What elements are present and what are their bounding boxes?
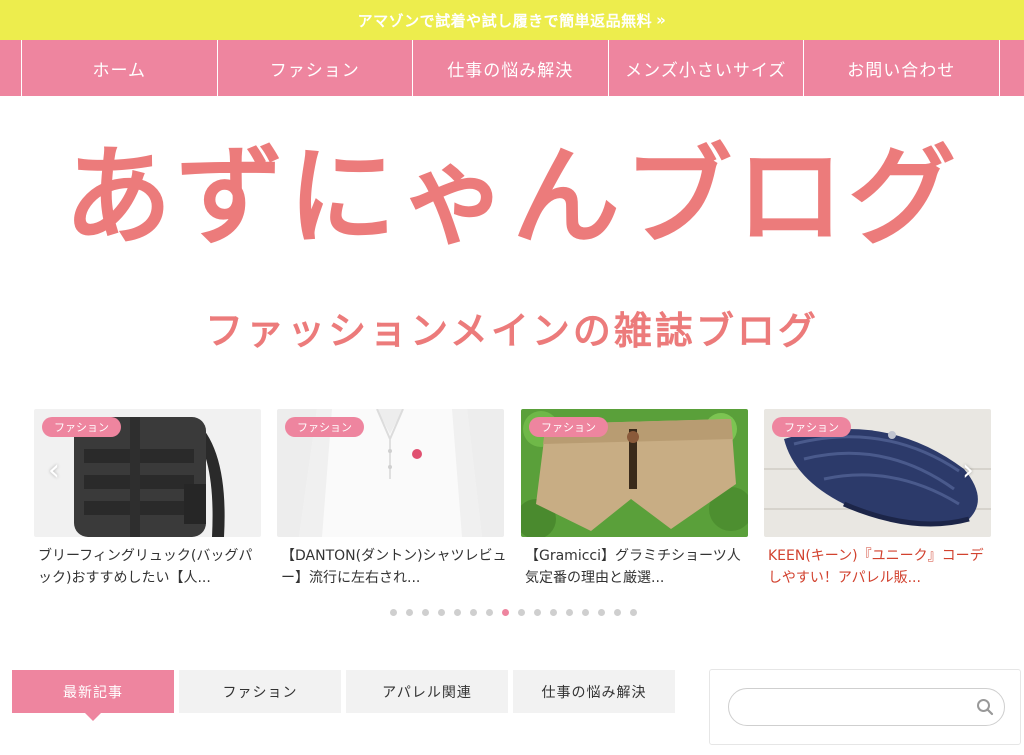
category-badge: ファション — [772, 417, 851, 437]
search-widget — [709, 669, 1021, 745]
pagination-dot[interactable] — [582, 609, 589, 616]
site-logo[interactable]: あずにゃんブログ — [0, 128, 1024, 268]
category-badge: ファション — [285, 417, 364, 437]
search-input[interactable] — [728, 688, 1005, 726]
article-title[interactable]: 【DANTON(ダントン)シャツレビュー】流行に左右され... — [277, 545, 507, 589]
pagination-dot[interactable] — [422, 609, 429, 616]
pagination-dot[interactable] — [550, 609, 557, 616]
promo-banner[interactable]: アマゾンで試着や試し履きで簡単返品無料 » — [0, 0, 1024, 40]
promo-text: アマゾンで試着や試し履きで簡単返品無料 — [357, 11, 653, 30]
article-title[interactable]: 【Gramicci】グラミチショーツ人気定番の理由と厳選... — [521, 545, 751, 589]
pagination-dot[interactable] — [406, 609, 413, 616]
category-badge: ファション — [42, 417, 121, 437]
nav-item-mens-small-size[interactable]: メンズ小さいサイズ — [609, 40, 804, 96]
backpack-thumbnail[interactable]: ファション — [34, 409, 261, 537]
carousel-next-icon[interactable]: › — [956, 453, 980, 488]
tab-latest[interactable]: 最新記事 — [12, 670, 174, 721]
nav-edge-left — [0, 40, 22, 96]
shirt-thumbnail[interactable]: ファション — [277, 409, 504, 537]
pagination-dot[interactable] — [454, 609, 461, 616]
pagination-dot[interactable] — [486, 609, 493, 616]
pagination-dot[interactable] — [630, 609, 637, 616]
nav-item-fashion[interactable]: ファション — [218, 40, 413, 96]
nav-item-work-worries[interactable]: 仕事の悩み解決 — [413, 40, 609, 96]
pagination-dot[interactable] — [390, 609, 397, 616]
featured-carousel: ファション ブリーフィングリュック(バッグパック)おすすめしたい【人... ファ… — [34, 409, 991, 599]
tab-work-worries[interactable]: 仕事の悩み解決 — [513, 670, 675, 713]
carousel-card[interactable]: ファション 【DANTON(ダントン)シャツレビュー】流行に左右され... — [277, 409, 507, 589]
site-tagline: ファッションメインの雑誌ブログ — [205, 309, 819, 353]
article-title[interactable]: KEEN(キーン)『ユニーク』コーデしやすい！アパレル販... — [764, 545, 994, 589]
pagination-dot[interactable] — [534, 609, 541, 616]
category-badge: ファション — [529, 417, 608, 437]
double-chevron-right-icon: » — [656, 11, 667, 29]
nav-item-home[interactable]: ホーム — [22, 40, 218, 96]
pagination-dot[interactable] — [502, 609, 509, 616]
pagination-dot[interactable] — [566, 609, 573, 616]
tab-apparel[interactable]: アパレル関連 — [346, 670, 508, 713]
post-tabs: 最新記事 ファション アパレル関連 仕事の悩み解決 — [12, 670, 675, 721]
pagination-dot[interactable] — [518, 609, 525, 616]
carousel-card[interactable]: ファション 【Gramicci】グラミチショーツ人気定番の理由と厳選... — [521, 409, 748, 589]
nav-edge-right — [1000, 40, 1024, 96]
tab-fashion[interactable]: ファション — [179, 670, 341, 713]
nav-item-contact[interactable]: お問い合わせ — [804, 40, 1000, 96]
carousel-prev-icon[interactable]: ‹ — [42, 453, 66, 488]
shorts-thumbnail[interactable]: ファション — [521, 409, 748, 537]
carousel-card[interactable]: ファション ブリーフィングリュック(バッグパック)おすすめしたい【人... — [34, 409, 261, 589]
pagination-dot[interactable] — [470, 609, 477, 616]
pagination-dot[interactable] — [614, 609, 621, 616]
article-title[interactable]: ブリーフィングリュック(バッグパック)おすすめしたい【人... — [34, 545, 264, 589]
pagination-dot[interactable] — [598, 609, 605, 616]
pagination-dot[interactable] — [438, 609, 445, 616]
global-nav: ホーム ファション 仕事の悩み解決 メンズ小さいサイズ お問い合わせ — [0, 40, 1024, 96]
carousel-pagination — [390, 609, 637, 616]
search-icon[interactable] — [976, 698, 994, 716]
carousel-card[interactable]: ファション KEEN(キーン)『ユニーク』コーデしやすい！アパレル販... — [764, 409, 991, 589]
